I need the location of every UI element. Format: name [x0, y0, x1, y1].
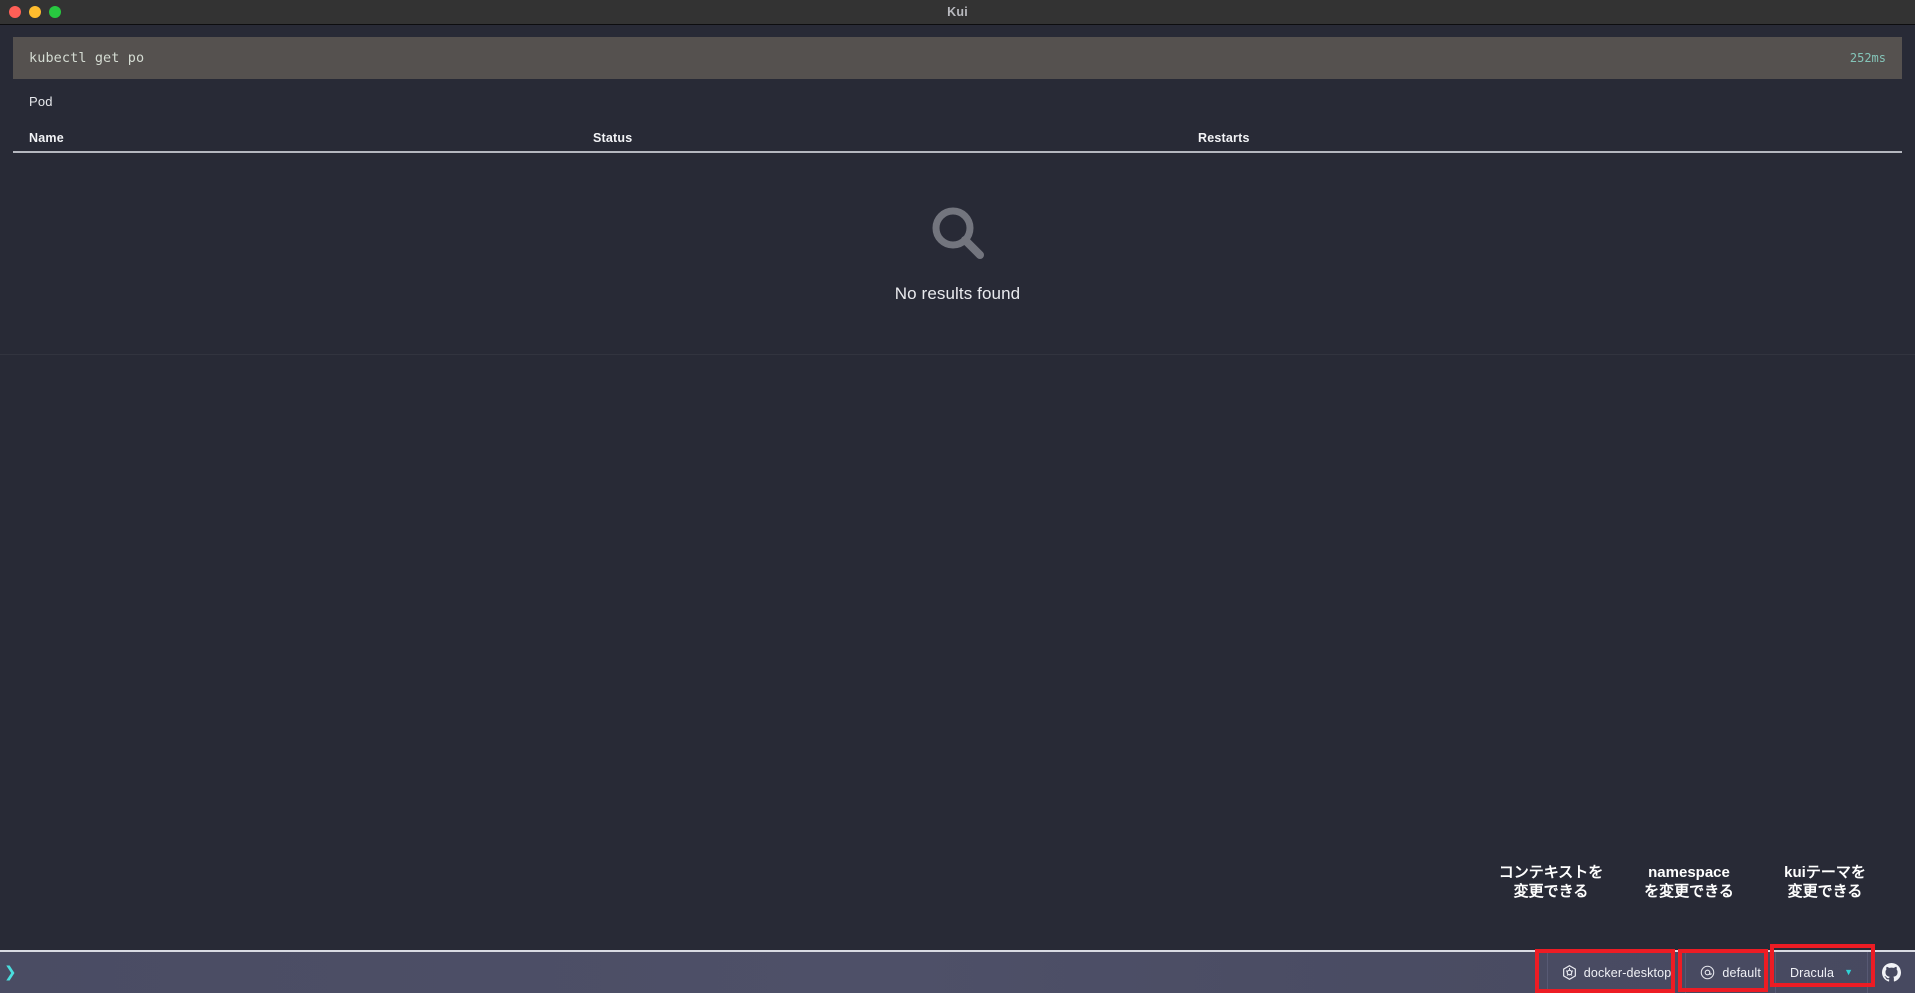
annotation-overlay: コンテキストを 変更できる namespace を変更できる kuiテーマを 変…	[0, 835, 1915, 907]
minimize-window-button[interactable]	[29, 6, 41, 18]
column-header-restarts[interactable]: Restarts	[1198, 131, 1250, 145]
window-title: Kui	[947, 5, 968, 19]
command-result: Pod Name Status Restarts No results foun…	[0, 79, 1915, 353]
result-kind-label: Pod	[29, 94, 53, 109]
column-header-name[interactable]: Name	[29, 131, 64, 145]
empty-state: No results found	[13, 153, 1902, 353]
status-bar-right: docker-desktop default Dracula ▼	[1546, 952, 1915, 993]
chevron-right-icon[interactable]: ❯	[4, 965, 17, 980]
context-label: docker-desktop	[1583, 965, 1672, 980]
status-bar: ❯ docker-desktop default Dracula ▼	[0, 950, 1915, 993]
github-icon	[1882, 963, 1901, 982]
theme-label: Dracula	[1789, 965, 1835, 980]
at-sign-icon	[1700, 965, 1715, 980]
chevron-down-icon[interactable]: ▼	[1844, 968, 1853, 977]
annotation-theme: kuiテーマを 変更できる	[1784, 864, 1866, 900]
namespace-button[interactable]: default	[1685, 952, 1775, 993]
title-bar: Kui	[0, 0, 1915, 25]
empty-state-message: No results found	[894, 284, 1021, 303]
command-text: kubectl get po	[29, 50, 145, 66]
result-table-header: Name Status Restarts	[13, 115, 1902, 153]
context-button[interactable]: docker-desktop	[1546, 952, 1686, 993]
column-header-status[interactable]: Status	[593, 131, 632, 145]
annotation-namespace: namespace を変更できる	[1644, 864, 1734, 900]
window-controls	[9, 6, 61, 18]
status-bar-left: ❯	[0, 952, 40, 993]
theme-button[interactable]: Dracula ▼	[1774, 952, 1867, 993]
command-block: kubectl get po 252ms Pod Name Status Res…	[0, 37, 1915, 355]
close-window-button[interactable]	[9, 6, 21, 18]
namespace-label: default	[1722, 965, 1761, 980]
kubernetes-icon	[1562, 965, 1577, 980]
kui-window: Kui kubectl get po 252ms Pod Name Status…	[0, 0, 1915, 993]
search-icon	[927, 202, 989, 264]
main-content: kubectl get po 252ms Pod Name Status Res…	[0, 25, 1915, 950]
command-echo-bar[interactable]: kubectl get po 252ms	[13, 37, 1902, 79]
annotation-context: コンテキストを 変更できる	[1498, 864, 1604, 900]
maximize-window-button[interactable]	[49, 6, 61, 18]
github-button[interactable]	[1867, 952, 1915, 993]
status-bar-spacer	[40, 952, 1547, 993]
command-duration: 252ms	[1849, 51, 1886, 65]
